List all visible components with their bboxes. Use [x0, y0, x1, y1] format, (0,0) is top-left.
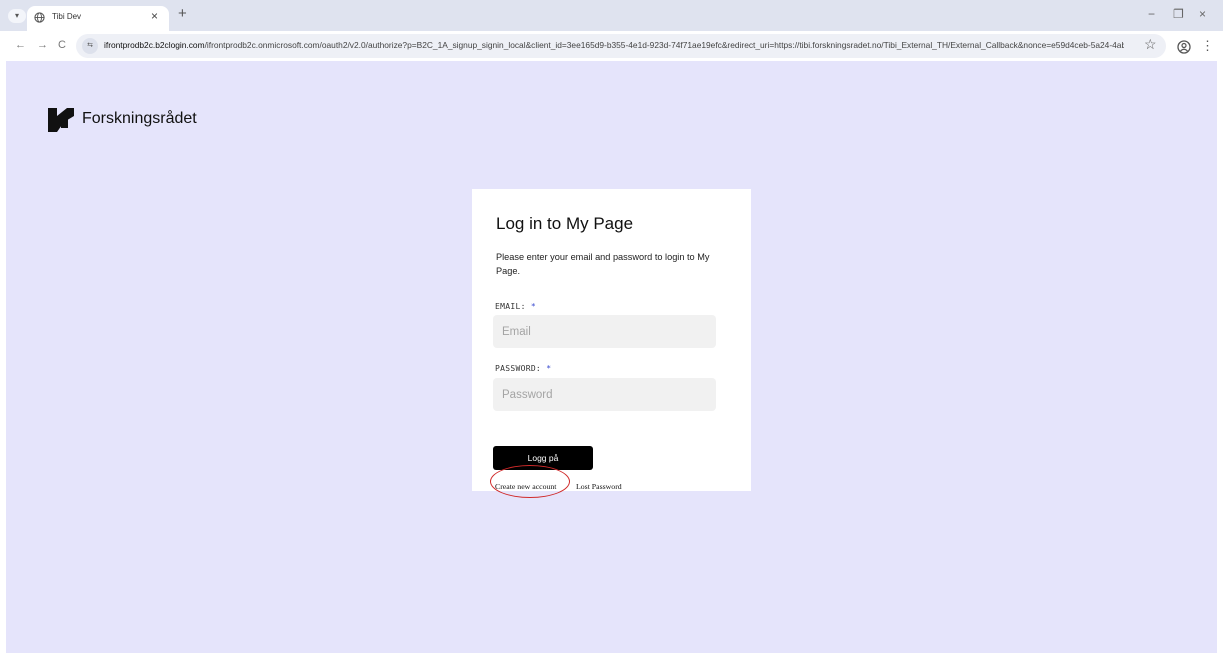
- email-label: EMAIL: *: [495, 302, 536, 311]
- login-submit-button[interactable]: Logg på: [493, 446, 593, 470]
- login-card: Log in to My Page Please enter your emai…: [472, 189, 751, 491]
- close-tab-icon[interactable]: ×: [151, 9, 158, 23]
- password-field[interactable]: [493, 378, 716, 411]
- browser-tab-strip: ▾ Tibi Dev × + − ❐ ×: [0, 0, 1223, 31]
- login-title: Log in to My Page: [496, 214, 634, 233]
- profile-avatar-icon[interactable]: [1177, 40, 1191, 54]
- bookmark-star-icon[interactable]: ☆: [1144, 36, 1157, 53]
- reload-icon[interactable]: C: [58, 39, 66, 51]
- browser-tab[interactable]: Tibi Dev ×: [27, 6, 169, 31]
- browser-menu-icon[interactable]: ⋮: [1201, 38, 1214, 54]
- address-bar[interactable]: ⇆ ifrontprodb2c.b2clogin.com/ifrontprodb…: [76, 34, 1166, 58]
- required-asterisk: *: [530, 302, 536, 311]
- create-account-link[interactable]: Create new account: [495, 482, 556, 491]
- browser-toolbar: ← → C ⇆ ifrontprodb2c.b2clogin.com/ifron…: [0, 31, 1223, 61]
- chevron-down-icon: ▾: [14, 11, 19, 20]
- page-viewport: Forskningsrådet Log in to My Page Please…: [6, 61, 1217, 653]
- forward-arrow-icon[interactable]: →: [37, 39, 48, 51]
- forskningsradet-logo-icon: [48, 108, 74, 132]
- back-arrow-icon[interactable]: ←: [15, 39, 26, 51]
- minimize-icon[interactable]: −: [1148, 7, 1155, 21]
- login-intro-text: Please enter your email and password to …: [496, 252, 710, 276]
- globe-icon: [34, 12, 45, 23]
- tab-title: Tibi Dev: [52, 12, 82, 21]
- password-label-text: PASSWORD:: [495, 364, 542, 373]
- restore-icon[interactable]: ❐: [1173, 7, 1184, 21]
- url-path: /ifrontprodb2c.onmicrosoft.com/oauth2/v2…: [204, 40, 1124, 50]
- new-tab-button[interactable]: +: [178, 5, 187, 22]
- lost-password-link[interactable]: Lost Password: [576, 482, 622, 491]
- close-window-icon[interactable]: ×: [1199, 7, 1206, 21]
- email-field[interactable]: [493, 315, 716, 348]
- logo-text: Forskningsrådet: [82, 110, 197, 127]
- tab-search-button[interactable]: ▾: [8, 9, 26, 23]
- password-label: PASSWORD: *: [495, 364, 551, 373]
- url-text[interactable]: ifrontprodb2c.b2clogin.com/ifrontprodb2c…: [104, 40, 1124, 50]
- site-info-icon[interactable]: ⇆: [82, 38, 98, 54]
- url-host: ifrontprodb2c.b2clogin.com: [104, 40, 205, 50]
- required-asterisk: *: [546, 364, 552, 373]
- email-label-text: EMAIL:: [495, 302, 526, 311]
